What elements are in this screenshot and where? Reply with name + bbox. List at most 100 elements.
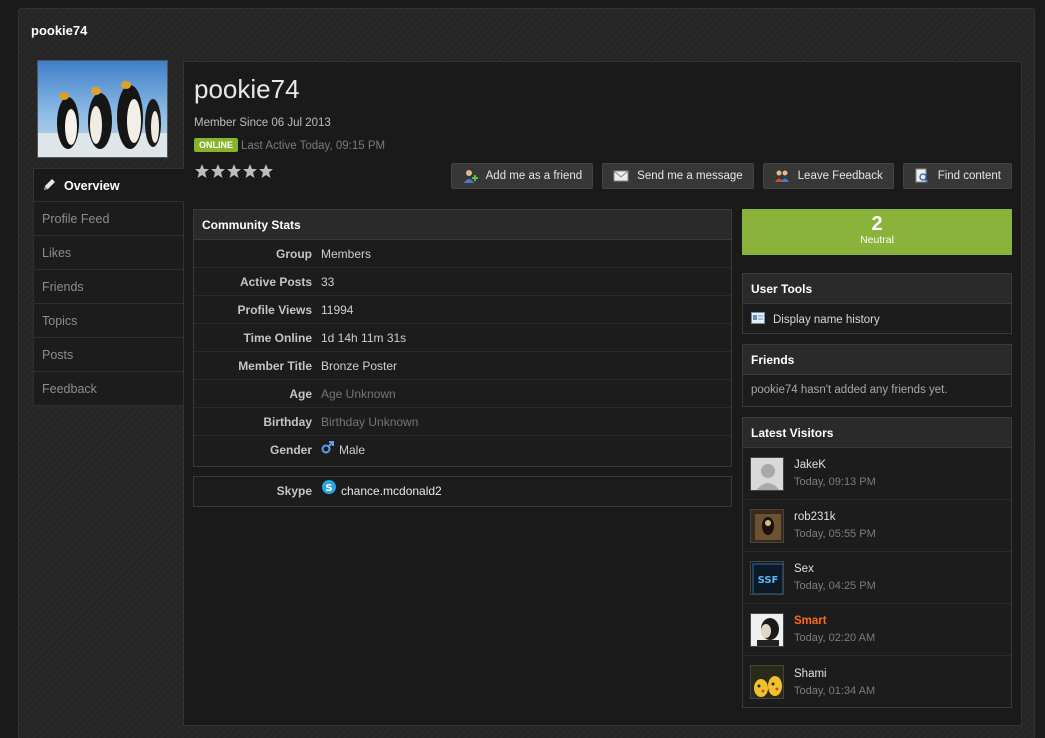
send-message-label: Send me a message (637, 170, 743, 182)
tab-profile-feed[interactable]: Profile Feed (33, 202, 183, 236)
stat-key: Age (289, 387, 312, 401)
stat-key: Group (276, 247, 312, 261)
visitor-item[interactable]: SSF Sex Today, 04:25 PM (743, 552, 1011, 604)
community-stats-title: Community Stats (194, 210, 731, 240)
display-name-history-link[interactable]: Display name history (743, 304, 1011, 335)
tab-feedback[interactable]: Feedback (33, 372, 183, 406)
latest-visitors-title: Latest Visitors (743, 418, 1011, 448)
visitor-name[interactable]: Smart (794, 615, 875, 627)
gender-value: Male (339, 443, 366, 457)
rating-stars[interactable] (194, 163, 274, 182)
profile-avatar (37, 60, 168, 158)
stat-key: Gender (269, 443, 312, 457)
stat-key: Profile Views (237, 303, 312, 317)
reputation-box: 2 Neutral (742, 209, 1012, 255)
visitor-avatar[interactable] (750, 612, 784, 647)
skype-value: chance.mcdonald2 (341, 484, 442, 498)
star-icon (226, 163, 242, 179)
stat-value: Members (321, 246, 372, 261)
friends-empty-text: pookie74 hasn't added any friends yet. (751, 384, 948, 396)
latest-visitors-panel: Latest Visitors JakeK Today, 09:13 PM ro… (742, 417, 1012, 708)
stat-row-group: Group Members (194, 240, 731, 268)
visitor-time: Today, 01:34 AM (794, 684, 876, 697)
tab-friends[interactable]: Friends (33, 270, 183, 304)
online-status-row: ONLINE Last Active Today, 09:15 PM (194, 138, 385, 152)
send-message-button[interactable]: Send me a message (602, 163, 754, 189)
visitor-item[interactable]: rob231k Today, 05:55 PM (743, 500, 1011, 552)
community-stats-panel: Community Stats Group Members Active Pos… (193, 209, 732, 467)
skype-icon: S (321, 477, 337, 506)
stat-row-gender: Gender Male (194, 436, 731, 464)
display-name-history-label: Display name history (773, 313, 880, 326)
skype-value-wrap[interactable]: S chance.mcdonald2 (321, 477, 442, 506)
tab-posts[interactable]: Posts (33, 338, 183, 372)
add-friend-label: Add me as a friend (485, 170, 583, 182)
contact-panel: Skype S chance.mcdonald2 (193, 476, 732, 507)
visitor-avatar[interactable]: SSF (750, 560, 784, 595)
add-friend-icon (462, 168, 478, 184)
visitor-time: Today, 04:25 PM (794, 580, 876, 592)
tab-topics[interactable]: Topics (33, 304, 183, 338)
message-icon (613, 168, 629, 184)
star-icon (258, 163, 274, 179)
find-content-label: Find content (937, 170, 1001, 182)
stat-row-time-online: Time Online 1d 14h 11m 31s (194, 324, 731, 352)
stat-value: 33 (321, 274, 335, 289)
stat-row-profile-views: Profile Views 11994 (194, 296, 731, 324)
stat-key: Member Title (238, 359, 312, 373)
member-since: Member Since 06 Jul 2013 (194, 117, 331, 129)
page-title: pookie74 (31, 23, 88, 38)
profile-username: pookie74 (194, 74, 300, 104)
online-badge: ONLINE (194, 138, 239, 152)
visitor-item[interactable]: Smart Today, 02:20 AM (743, 604, 1011, 656)
stat-row-age: Age Age Unknown (194, 380, 731, 408)
leave-feedback-button[interactable]: Leave Feedback (762, 163, 894, 189)
tab-likes[interactable]: Likes (33, 236, 183, 270)
visitor-name[interactable]: Shami (794, 668, 875, 680)
male-icon (321, 436, 335, 464)
profile-actions: Add me as a friend Send me a message Lea… (450, 163, 1012, 189)
add-friend-button[interactable]: Add me as a friend (450, 163, 594, 189)
star-icon (210, 163, 226, 179)
star-icon (242, 163, 258, 179)
star-icon (194, 163, 210, 179)
visitor-avatar[interactable] (750, 665, 784, 699)
visitor-time: Today, 09:13 PM (794, 476, 876, 488)
visitor-item[interactable]: JakeK Today, 09:13 PM (743, 448, 1011, 500)
stat-value: 1d 14h 11m 31s (321, 330, 407, 345)
reputation-value: 2 (871, 213, 883, 235)
pencil-icon (42, 171, 56, 190)
user-tools-panel: User Tools Display name history (742, 273, 1012, 334)
visitor-avatar[interactable] (750, 508, 784, 543)
profile-tabs: Overview Profile Feed Likes Friends Topi… (33, 168, 184, 406)
stat-value: Bronze Poster (321, 358, 398, 373)
svg-text:S: S (325, 483, 332, 494)
stat-key: Time Online (243, 331, 312, 345)
visitor-name[interactable]: JakeK (794, 459, 876, 471)
visitor-avatar[interactable] (750, 456, 784, 491)
stat-key: Birthday (263, 415, 312, 429)
profile-main: pookie74 Member Since 06 Jul 2013 ONLINE… (183, 61, 1022, 726)
leave-feedback-label: Leave Feedback (797, 170, 883, 182)
visitor-time: Today, 02:20 AM (794, 632, 876, 644)
stat-row-active-posts: Active Posts 33 (194, 268, 731, 296)
reputation-label: Neutral (860, 234, 894, 246)
stat-value: Birthday Unknown (321, 414, 419, 429)
stat-value-gender: Male (321, 436, 365, 464)
stat-row-birthday: Birthday Birthday Unknown (194, 408, 731, 436)
user-tools-title: User Tools (743, 274, 1011, 304)
visitor-name[interactable]: Sex (794, 563, 876, 575)
visitor-item[interactable]: Shami Today, 01:34 AM (743, 656, 1011, 708)
stat-key: Active Posts (239, 275, 312, 289)
tab-overview-label: Overview (64, 179, 120, 193)
stat-row-member-title: Member Title Bronze Poster (194, 352, 731, 380)
find-content-button[interactable]: Find content (902, 163, 1012, 189)
tab-overview[interactable]: Overview (33, 168, 184, 202)
skype-row: Skype S chance.mcdonald2 (194, 477, 731, 506)
find-content-icon (914, 168, 930, 184)
stat-value: Age Unknown (321, 386, 396, 401)
profile-container: pookie74 Overview Profile Feed Likes Fri… (18, 8, 1035, 738)
feedback-icon (774, 168, 790, 184)
visitor-name[interactable]: rob231k (794, 511, 876, 523)
svg-text:SSF: SSF (758, 575, 779, 586)
